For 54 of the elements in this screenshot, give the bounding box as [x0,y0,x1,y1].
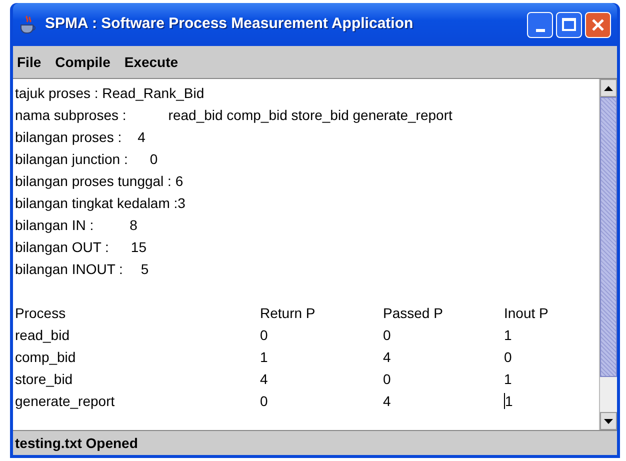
text-cursor [504,393,505,409]
window-title: SPMA : Software Process Measurement Application [45,14,414,34]
minimize-icon [536,28,544,32]
table-cell-text: 1 [504,370,512,389]
table-cell-text: 0 [504,348,512,367]
info-label: bilangan proses tunggal : 6 [15,172,184,191]
info-label: bilangan OUT : [15,238,109,257]
table-cell-text: comp_bid [15,348,76,367]
column-header: Passed P [383,304,444,323]
info-label: bilangan junction : [15,150,128,169]
coffee-cup-icon [19,14,37,34]
table-cell-text: 0 [383,370,391,389]
table-cell-text: 1 [505,392,513,411]
info-value: 8 [130,216,138,235]
table-cell-text: 4 [383,392,391,411]
info-value: 5 [140,260,149,279]
info-label: bilangan IN : [15,216,94,235]
scrollbar[interactable] [599,79,617,430]
table-cell-text: 1 [260,348,268,367]
table-cell-text: 1 [504,326,512,345]
minimize-button[interactable] [527,12,553,38]
info-value: read_bid comp_bid store_bid generate_report [168,106,452,125]
info-label: bilangan INOUT : [15,260,123,279]
up-arrow-icon [604,86,613,90]
info-label: bilangan proses : [15,128,122,147]
menu-item[interactable]: Compile [55,52,110,72]
table-cell-text: 4 [260,370,268,389]
table-cell-text: 0 [383,326,391,345]
down-arrow-icon [604,418,613,424]
table-cell-text: generate_report [15,392,115,411]
maximize-button[interactable] [556,12,582,38]
info-value: 4 [138,128,146,147]
table-cell-text: 0 [260,392,268,411]
scroll-down-button[interactable] [600,412,617,430]
table-cell-text: store_bid [15,370,73,389]
info-value: 15 [130,238,146,257]
scroll-thumb[interactable] [600,97,617,377]
column-header: Process [15,304,67,323]
close-icon [591,18,605,32]
close-button[interactable] [585,12,611,38]
table-cell-text: 4 [383,348,391,367]
scroll-up-button[interactable] [600,79,617,97]
info-label: bilangan tingkat kedalam :3 [15,194,186,213]
status-text: testing.txt Opened [15,434,138,453]
info-value: 0 [150,150,158,169]
menu-item[interactable]: File [17,52,42,72]
table-cell-text: 0 [260,326,268,345]
info-label: nama subproses : [15,106,126,125]
column-header: Inout P [504,304,550,323]
maximize-icon [562,18,576,31]
info-label: tajuk proses : Read_Rank_Bid [15,84,204,103]
column-header: Return P [260,304,316,323]
table-cell-text: read_bid [15,326,70,345]
menu-item[interactable]: Execute [124,52,178,72]
